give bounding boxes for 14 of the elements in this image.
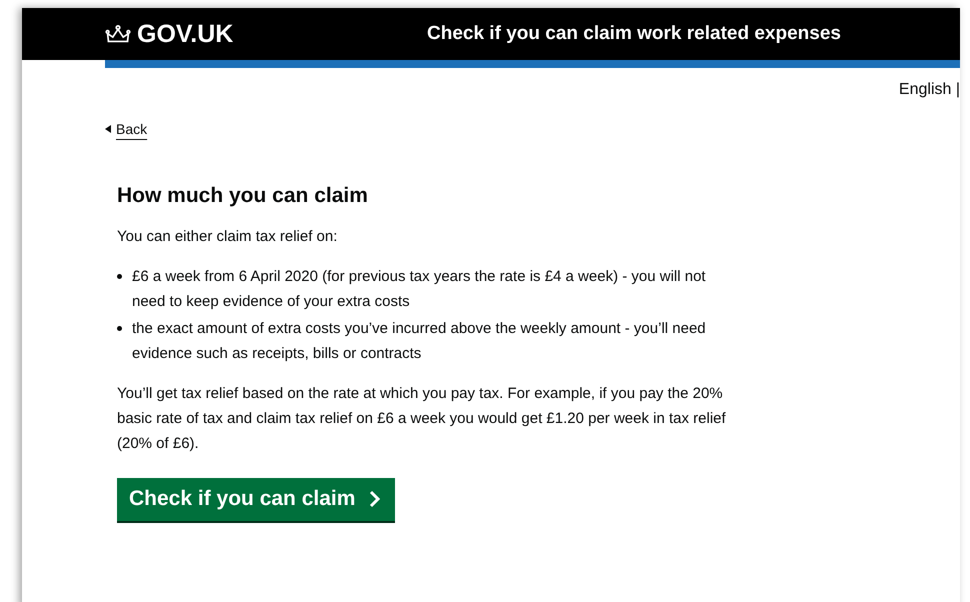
start-button[interactable]: Check if you can claim [117, 478, 396, 521]
bullet-icon [117, 326, 122, 331]
crown-icon [105, 24, 131, 44]
service-name-link[interactable]: Check if you can claim work related expenses [427, 23, 841, 45]
explanation-text: You’ll get tax relief based on the rate at which you pay tax. For example, if you pay the 20% basic rate of tax and claim tax relief on £6 a week you would get £1.20 per week in tax relief (20% of £6). [117, 384, 727, 454]
back-link[interactable]: Back [105, 121, 148, 137]
language-toggle[interactable]: English | [898, 81, 960, 99]
bullet-icon [117, 274, 122, 279]
caret-icon [105, 125, 111, 133]
chevron-icon [369, 490, 382, 508]
page-heading: How much you can claim [117, 184, 369, 208]
list-item-text: the exact amount of extra costs you’ve incurred above the weekly amount - you’ll need evidence such as receipts, bills or contracts [132, 319, 707, 364]
logo-link[interactable]: GOV.UK [105, 20, 427, 48]
intro-text: You can either claim tax relief on: [117, 227, 338, 247]
